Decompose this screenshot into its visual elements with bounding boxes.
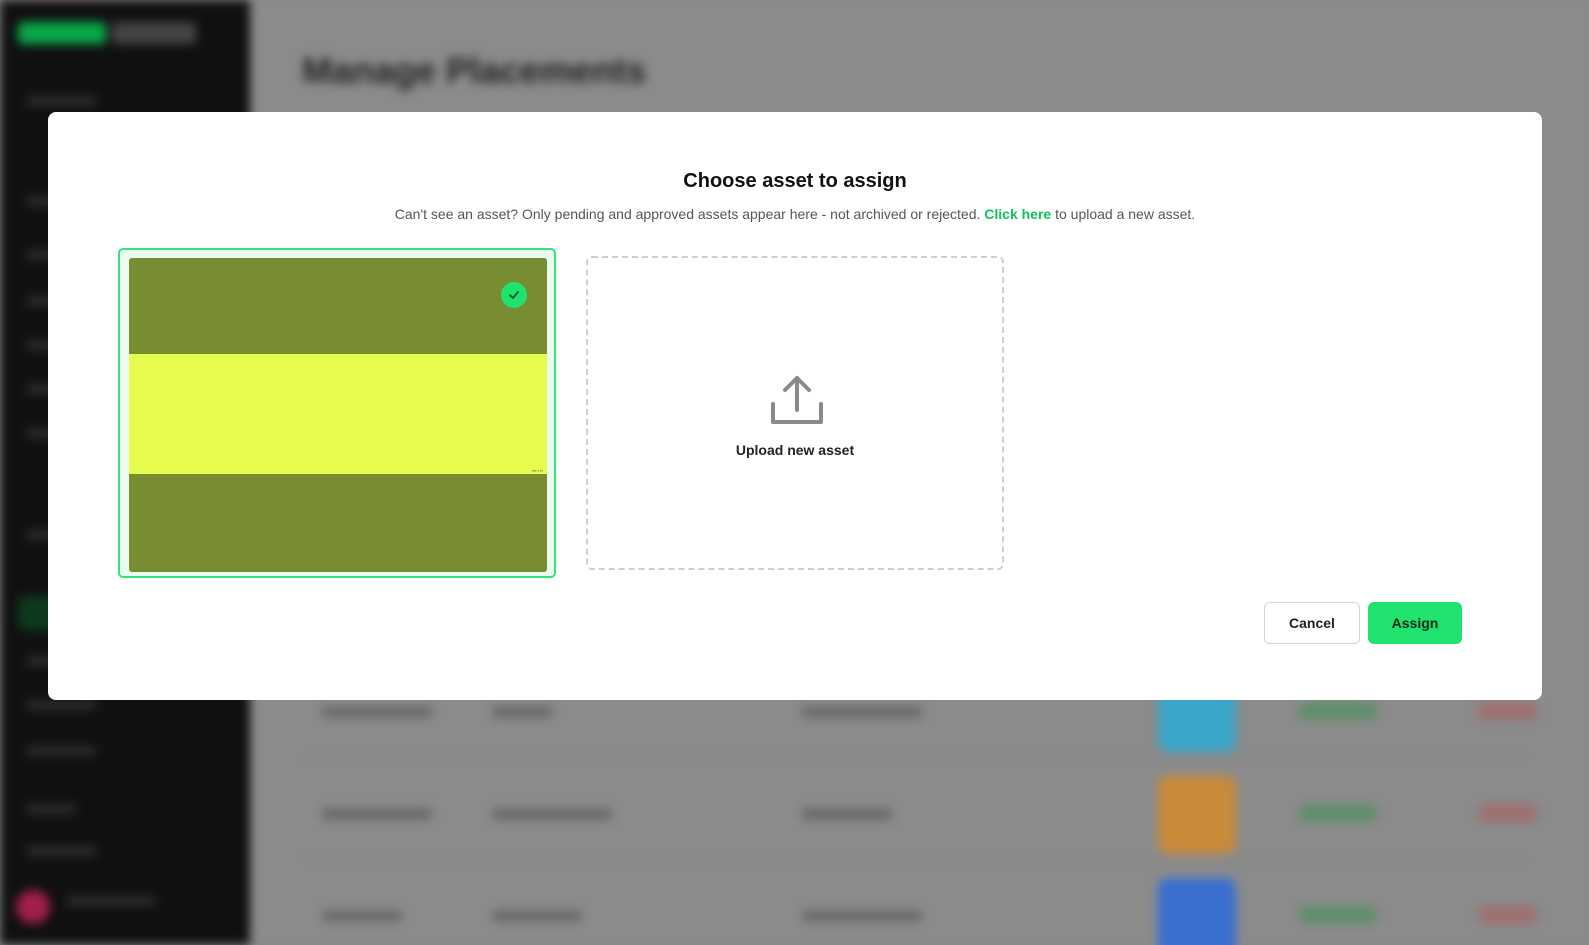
table-row [302,770,1538,860]
sidebar-item [26,846,96,856]
asset-card-selected[interactable]: ▪▪▪ ▪ ▪▪ [118,248,556,578]
asset-thumbnail: ▪▪▪ ▪ ▪▪ [129,258,547,572]
sidebar-item [26,804,76,814]
upload-link[interactable]: Click here [984,206,1051,222]
assign-asset-modal: Choose asset to assign Can't see an asse… [48,112,1542,700]
swatch [1158,878,1236,945]
upload-label: Upload new asset [735,442,855,458]
table-row [302,872,1538,945]
asset-band [129,354,547,474]
subtitle-text: Can't see an asset? Only pending and app… [394,206,981,222]
assign-button[interactable]: Assign [1368,602,1462,644]
upload-icon [769,372,825,428]
subtitle-text-end: to upload a new asset. [1055,206,1196,222]
check-icon [501,282,527,308]
modal-subtitle: Can't see an asset? Only pending and app… [48,206,1542,222]
avatar [16,890,50,924]
swatch [1158,776,1236,854]
modal-title: Choose asset to assign [683,170,907,192]
asset-fine-print: ▪▪▪ ▪ ▪▪ [532,468,543,473]
logo [18,22,198,46]
sidebar-item [26,746,96,756]
sidebar-item [26,96,96,106]
sidebar-item [26,700,96,710]
page-title: Manage Placements [302,50,647,91]
user-name [66,896,156,906]
cancel-button[interactable]: Cancel [1264,602,1360,644]
upload-asset-card[interactable]: Upload new asset [586,256,1004,570]
